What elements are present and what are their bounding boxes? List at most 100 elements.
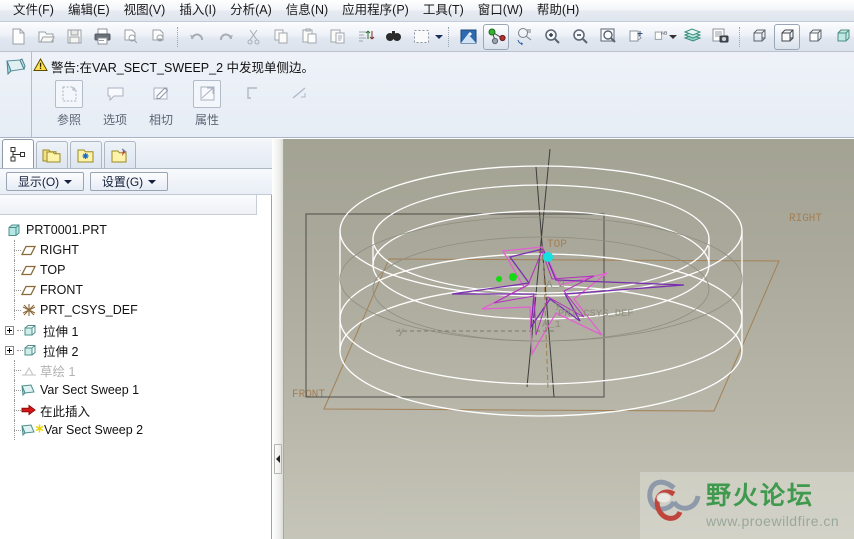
layers-icon[interactable] (679, 24, 705, 50)
tree-tab-connections[interactable] (104, 141, 136, 168)
svg-text:AB: AB (661, 30, 667, 36)
tree-tab-strip (0, 139, 272, 169)
menu-insert[interactable]: 插入(I) (172, 1, 223, 21)
menu-applications[interactable]: 应用程序(P) (335, 1, 416, 21)
tree-tab-model-tree[interactable] (2, 139, 34, 168)
axis-label-a1: A_1 (542, 319, 561, 331)
open-folder-icon[interactable] (33, 24, 59, 50)
chevron-down-icon[interactable] (435, 24, 443, 50)
undo-icon[interactable] (184, 24, 210, 50)
regenerate-icon[interactable] (352, 24, 378, 50)
forum-watermark: 野火论坛 www.proewildfire.cn (640, 472, 854, 539)
menu-help[interactable]: 帮助(H) (530, 1, 586, 21)
expand-extrude-2-button[interactable] (5, 345, 14, 355)
main-toolbar: AB (0, 22, 854, 52)
axis-label-a2: A_2 (546, 279, 565, 291)
new-file-icon[interactable] (5, 24, 31, 50)
datum-plane-icon (20, 282, 37, 298)
tree-guide-line (14, 370, 21, 371)
zoom-in-icon[interactable] (539, 24, 565, 50)
tree-node-extrude-2[interactable]: 拉伸 2 (0, 340, 257, 360)
tree-tab-favorites[interactable] (70, 141, 102, 168)
datum-display-icon[interactable] (483, 23, 509, 50)
datum-point-green (496, 276, 502, 282)
sketch-icon (20, 362, 37, 378)
csys-label: PRT_CSYS_DEF (558, 308, 634, 320)
zoom-out-icon[interactable] (567, 24, 593, 50)
print-preview-icon[interactable] (117, 24, 143, 50)
select-region-icon[interactable] (408, 24, 434, 50)
dash-tab-diagonal[interactable] (276, 80, 322, 111)
chevron-left-icon (276, 455, 280, 463)
display-wireframe-icon[interactable] (746, 24, 772, 50)
tree-node-list[interactable]: PRT0001.PRT RIGHT TOP FRONT PRT_CSYS_DEF… (0, 215, 257, 539)
panel-splitter[interactable] (272, 139, 284, 539)
collapse-panel-button[interactable] (274, 444, 282, 474)
menu-info[interactable]: 信息(N) (279, 1, 335, 21)
diagonal-line-icon (285, 80, 313, 108)
redo-icon[interactable] (212, 24, 238, 50)
display-shaded-icon[interactable] (830, 24, 854, 50)
extrude-icon (23, 322, 40, 338)
z-axis-label: y (398, 327, 404, 338)
chevron-down-icon[interactable] (668, 24, 677, 50)
refit-icon[interactable] (595, 24, 621, 50)
paste-special-icon[interactable] (324, 24, 350, 50)
tree-show-button[interactable]: 显示(O) (6, 172, 84, 191)
tree-node-top-plane[interactable]: TOP (0, 260, 257, 280)
cut-icon[interactable] (240, 24, 266, 50)
tree-node-right-plane[interactable]: RIGHT (0, 240, 257, 260)
tree-tab-folder-browser[interactable] (36, 141, 68, 168)
tree-node-insert-here[interactable]: 在此插入 (0, 400, 257, 420)
tree-node-var-sect-sweep-2[interactable]: Var Sect Sweep 2 (0, 420, 257, 440)
saved-view-icon[interactable] (707, 24, 733, 50)
dash-tab-bracket[interactable] (230, 80, 276, 111)
dash-tab-references[interactable]: 参照 (46, 80, 92, 128)
tree-node-var-sect-sweep-1[interactable]: Var Sect Sweep 1 (0, 380, 257, 400)
annotation-display-icon[interactable]: AB (651, 24, 677, 50)
menu-tools[interactable]: 工具(T) (416, 1, 471, 21)
tree-guide-line (14, 310, 21, 311)
tree-settings-button[interactable]: 设置(G) (90, 172, 168, 191)
repaint-icon[interactable] (455, 24, 481, 50)
watermark-url: www.proewildfire.cn (706, 512, 840, 529)
view-manager-icon[interactable] (623, 24, 649, 50)
warning-message-row: 警告:在VAR_SECT_SWEEP_2 中发现单侧边。 (33, 55, 314, 77)
menu-file[interactable]: 文件(F) (6, 1, 61, 21)
print-icon[interactable] (89, 24, 115, 50)
dash-tab-options[interactable]: 选项 (92, 80, 138, 128)
spin-center-icon[interactable] (511, 24, 537, 50)
menu-view[interactable]: 视图(V) (117, 1, 173, 21)
display-hiddenline-icon[interactable] (774, 23, 800, 50)
model-tree-panel: 显示(O) 设置(G) PRT0001.PRT RIGHT TOP FRONT … (0, 139, 272, 539)
find-icon[interactable] (380, 24, 406, 50)
display-nohidden-icon[interactable] (802, 24, 828, 50)
top-plane-label: TOP (547, 239, 567, 251)
section-star-magenta (481, 246, 608, 357)
dash-tab-properties[interactable]: 属性 (184, 80, 230, 128)
dash-tab-options-label: 选项 (102, 113, 127, 127)
tree-node-top-plane-label: TOP (40, 263, 66, 277)
tree-node-sketch-1[interactable]: 草绘 1 (0, 360, 257, 380)
paste-icon[interactable] (296, 24, 322, 50)
warning-triangle-icon (33, 57, 48, 75)
regeneration-asterisk-icon (35, 423, 44, 437)
menu-analysis[interactable]: 分析(A) (223, 1, 279, 21)
tree-node-part[interactable]: PRT0001.PRT (0, 220, 257, 240)
var-section-sweep-icon (4, 57, 28, 82)
dash-tab-tangency[interactable]: 相切 (138, 80, 184, 128)
save-icon[interactable] (61, 24, 87, 50)
butterfly-logo-icon (646, 478, 702, 533)
menu-window[interactable]: 窗口(W) (471, 1, 530, 21)
copy-icon[interactable] (268, 24, 294, 50)
tree-node-front-plane[interactable]: FRONT (0, 280, 257, 300)
insert-here-arrow-icon (20, 402, 37, 418)
tree-node-csys[interactable]: PRT_CSYS_DEF (0, 300, 257, 320)
expand-extrude-1-button[interactable] (5, 325, 14, 335)
tree-node-extrude-1[interactable]: 拉伸 1 (0, 320, 257, 340)
mail-icon[interactable] (145, 24, 171, 50)
chevron-down-icon (64, 179, 73, 184)
tangency-pencil-icon (147, 80, 175, 108)
tree-guide-line (14, 290, 21, 291)
menu-edit[interactable]: 编辑(E) (61, 1, 117, 21)
